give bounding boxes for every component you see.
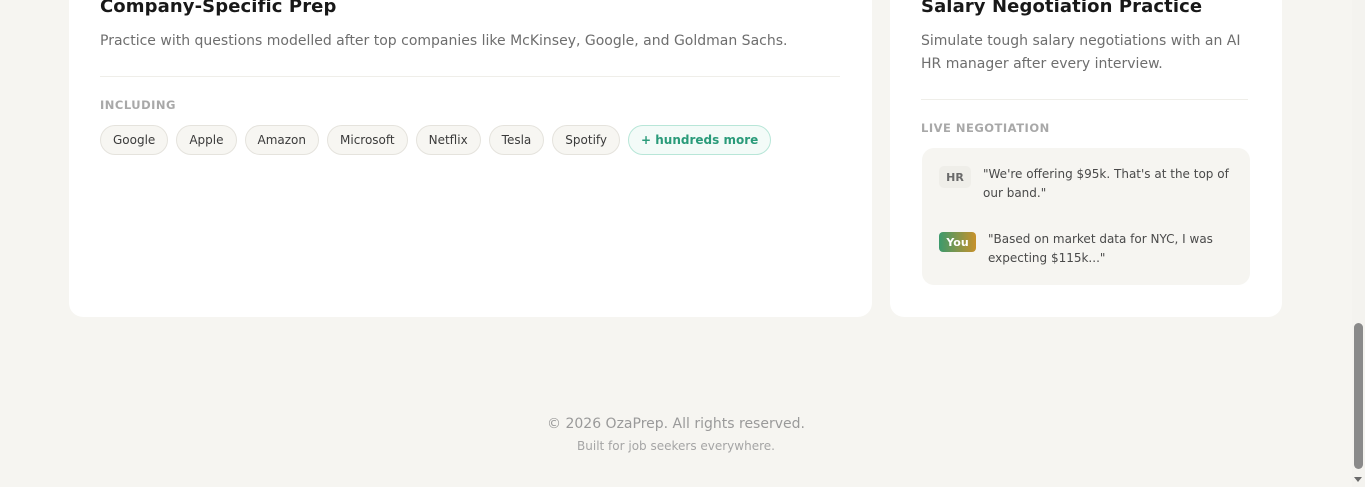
vertical-scrollbar[interactable] <box>1352 0 1365 487</box>
card-title: Salary Negotiation Practice <box>921 0 1203 17</box>
company-chip-spotify: Spotify <box>552 125 621 155</box>
message-text: "We're offering $95k. That's at the top … <box>983 167 1229 200</box>
company-specific-prep-card: Company-Specific Prep Practice with ques… <box>69 0 872 317</box>
card-description: Simulate tough salary negotiations with … <box>921 33 1241 72</box>
hr-badge: HR <box>939 166 971 188</box>
divider <box>100 76 840 77</box>
footer-copyright: © 2026 OzaPrep. All rights reserved. <box>547 416 805 432</box>
message-you: You "Based on market data for NYC, I was… <box>939 230 1224 268</box>
company-chip-google: Google <box>100 125 169 155</box>
page: Company-Specific Prep Practice with ques… <box>0 0 1365 487</box>
scrollbar-thumb[interactable] <box>1354 323 1363 469</box>
card-description: Practice with questions modelled after t… <box>100 33 788 49</box>
footer-tagline: Built for job seekers everywhere. <box>577 439 775 453</box>
message-text: "Based on market data for NYC, I was exp… <box>988 232 1213 265</box>
message-hr: HR "We're offering $95k. That's at the t… <box>939 165 1235 203</box>
hundreds-more-chip: + hundreds more <box>628 125 772 155</box>
salary-negotiation-card: Salary Negotiation Practice Simulate tou… <box>890 0 1282 317</box>
company-chip-microsoft: Microsoft <box>327 125 408 155</box>
company-chip-tesla: Tesla <box>488 125 545 155</box>
including-label: INCLUDING <box>100 98 176 112</box>
live-negotiation-label: LIVE NEGOTIATION <box>921 121 1050 135</box>
company-chip-netflix: Netflix <box>415 125 481 155</box>
company-chip-apple: Apple <box>176 125 237 155</box>
company-chip-list: Google Apple Amazon Microsoft Netflix Te… <box>100 125 772 155</box>
you-badge: You <box>939 232 976 252</box>
card-title: Company-Specific Prep <box>100 0 337 17</box>
divider <box>921 99 1248 100</box>
company-chip-amazon: Amazon <box>244 125 319 155</box>
negotiation-transcript: HR "We're offering $95k. That's at the t… <box>922 148 1250 285</box>
scroll-down-arrow-icon[interactable] <box>1354 477 1362 482</box>
